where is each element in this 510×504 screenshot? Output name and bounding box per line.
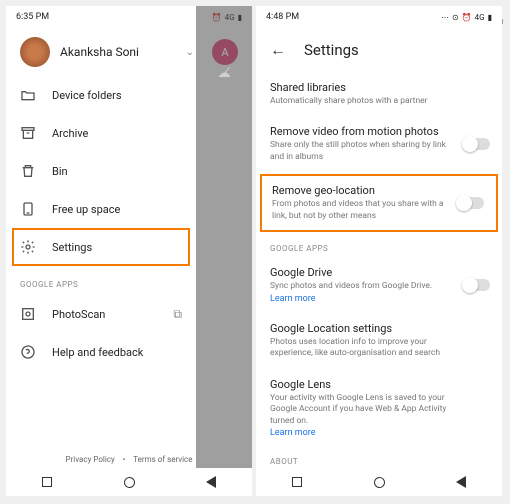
learn-more-link[interactable]: Learn more xyxy=(270,428,488,438)
setting-location[interactable]: Google Location settings Photos uses loc… xyxy=(256,313,502,369)
more-icon: ⋯ xyxy=(441,13,449,22)
section-header: GOOGLE APPS xyxy=(6,266,196,295)
vpn-icon: ⊙ xyxy=(452,13,459,22)
setting-lens[interactable]: Google Lens Your activity with Google Le… xyxy=(256,369,502,447)
setting-desc: Share only the still photos when sharing… xyxy=(270,140,488,163)
broom-icon xyxy=(20,201,36,217)
avatar xyxy=(20,37,50,67)
setting-title: Shared libraries xyxy=(270,81,488,94)
settings-list: Shared libraries Automatically share pho… xyxy=(256,72,502,496)
setting-remove-geo[interactable]: Remove geo-location From photos and vide… xyxy=(260,174,498,232)
toggle-switch[interactable] xyxy=(464,279,490,291)
chevron-down-icon: ⌄ xyxy=(186,47,194,58)
menu-label: Help and feedback xyxy=(52,346,143,359)
toggle-switch[interactable] xyxy=(464,138,490,150)
terms-link[interactable]: Terms of service xyxy=(133,455,192,464)
nav-home[interactable] xyxy=(372,475,386,489)
menu-list: Device folders Archive Bin Free up space… xyxy=(6,76,196,371)
archive-icon xyxy=(20,125,36,141)
trash-icon xyxy=(20,163,36,179)
menu-label: Device folders xyxy=(52,89,122,102)
setting-desc: Automatically share photos with a partne… xyxy=(270,96,488,107)
setting-shared-libraries[interactable]: Shared libraries Automatically share pho… xyxy=(256,72,502,116)
status-icons: ⋯ ⊙ ⏰ 4G ▮ xyxy=(441,13,492,22)
external-link-icon: ⧉ xyxy=(173,307,182,322)
setting-google-drive[interactable]: Google Drive Sync photos and videos from… xyxy=(256,257,502,312)
android-navbar xyxy=(6,468,252,496)
menu-label: PhotoScan xyxy=(52,308,105,321)
setting-title: Google Location settings xyxy=(270,322,488,335)
help-icon xyxy=(20,344,36,360)
section-header: ABOUT xyxy=(256,447,502,470)
account-name: Akanksha Soni xyxy=(60,45,176,59)
separator: • xyxy=(123,455,126,464)
privacy-link[interactable]: Privacy Policy xyxy=(66,455,115,464)
nav-home[interactable] xyxy=(122,475,136,489)
setting-title: Remove video from motion photos xyxy=(270,125,488,138)
settings-header: ← Settings xyxy=(256,28,502,72)
signal-icon: 4G xyxy=(475,13,485,22)
status-time: 4:48 PM xyxy=(266,12,299,22)
phone-right: 4:48 PM ⋯ ⊙ ⏰ 4G ▮ ← Settings Shared lib… xyxy=(256,6,502,496)
setting-desc: Photos uses location info to improve you… xyxy=(270,337,488,360)
menu-label: Settings xyxy=(52,241,92,254)
nav-back[interactable] xyxy=(454,475,468,489)
menu-free-space[interactable]: Free up space xyxy=(6,190,196,228)
back-arrow-icon[interactable]: ← xyxy=(270,40,286,60)
learn-more-link[interactable]: Learn more xyxy=(270,294,488,304)
menu-help[interactable]: Help and feedback xyxy=(6,333,196,371)
nav-back[interactable] xyxy=(204,475,218,489)
alarm-icon: ⏰ xyxy=(462,13,472,22)
phone-left: 6:35 PM ⏰ 4G ▮ Akanksha Soni ⌄ A Device … xyxy=(6,6,252,496)
statusbar: 4:48 PM ⋯ ⊙ ⏰ 4G ▮ xyxy=(256,6,502,28)
gear-icon xyxy=(20,239,36,255)
menu-label: Archive xyxy=(52,127,88,140)
background-overlay[interactable]: ☁̸ xyxy=(196,6,252,496)
menu-label: Bin xyxy=(52,165,68,178)
setting-desc: Sync photos and videos from Google Drive… xyxy=(270,281,488,292)
setting-remove-video[interactable]: Remove video from motion photos Share on… xyxy=(256,116,502,172)
folder-icon xyxy=(20,87,36,103)
setting-title: Google Lens xyxy=(270,378,488,391)
setting-title: Google Drive xyxy=(270,266,488,279)
page-title: Settings xyxy=(304,41,359,59)
menu-settings[interactable]: Settings xyxy=(12,228,190,266)
menu-device-folders[interactable]: Device folders xyxy=(6,76,196,114)
nav-recent[interactable] xyxy=(290,475,304,489)
cloud-off-icon: ☁̸ xyxy=(218,66,231,81)
setting-desc: Your activity with Google Lens is saved … xyxy=(270,393,488,427)
setting-title: Remove geo-location xyxy=(272,184,486,197)
toggle-switch[interactable] xyxy=(458,197,484,209)
section-header: GOOGLE APPS xyxy=(256,234,502,257)
android-navbar xyxy=(256,468,502,496)
battery-icon: ▮ xyxy=(488,13,492,22)
menu-label: Free up space xyxy=(52,203,120,216)
nav-recent[interactable] xyxy=(40,475,54,489)
menu-photoscan[interactable]: PhotoScan ⧉ xyxy=(6,295,196,333)
photoscan-icon xyxy=(20,306,36,322)
menu-bin[interactable]: Bin xyxy=(6,152,196,190)
menu-archive[interactable]: Archive xyxy=(6,114,196,152)
status-time: 6:35 PM xyxy=(16,12,49,22)
setting-desc: From photos and videos that you share wi… xyxy=(272,199,486,222)
